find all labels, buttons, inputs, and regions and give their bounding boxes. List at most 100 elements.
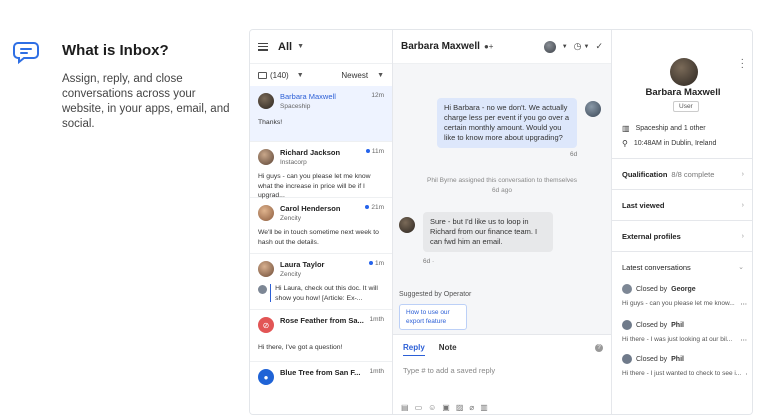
more-options-icon[interactable]: ⋯ bbox=[741, 336, 748, 344]
unread-dot bbox=[365, 149, 370, 154]
article-icon[interactable]: ▭ bbox=[415, 403, 423, 412]
more-options-icon[interactable]: ⋯ bbox=[741, 300, 748, 308]
closed-by-label: Closed by bbox=[636, 355, 668, 363]
attachment-icon[interactable]: ⌀ bbox=[469, 403, 474, 412]
agent-name: Phil bbox=[671, 321, 684, 329]
message-text: Hi Barbara - no we don't. We actually ch… bbox=[444, 103, 570, 142]
app-icon[interactable]: ▥ bbox=[480, 403, 488, 412]
chevron-down-icon: ▼ bbox=[296, 71, 304, 79]
sort-dropdown[interactable]: Newest ▼ bbox=[341, 71, 384, 80]
message-text: Sure - but I'd like us to loop in Richar… bbox=[430, 217, 538, 246]
chat-title: Barbara Maxwell bbox=[401, 41, 480, 52]
avatar bbox=[258, 205, 274, 221]
conversation-preview: Hi there, I've got a question! bbox=[258, 344, 343, 351]
avatar bbox=[622, 284, 632, 294]
avatar bbox=[258, 93, 274, 109]
count-label: (140) bbox=[270, 70, 289, 80]
message-timestamp: 6d bbox=[570, 151, 578, 158]
conversation-company: Instacorp bbox=[280, 159, 307, 166]
emoji-icon[interactable]: ☺ bbox=[428, 403, 436, 412]
unread-dot bbox=[365, 205, 370, 210]
reply-input[interactable]: Type # to add a saved reply bbox=[393, 356, 611, 375]
section-label: Last viewed bbox=[622, 200, 665, 210]
conversation-time: 1m bbox=[374, 260, 384, 267]
person-add-icon[interactable]: ●+ bbox=[484, 42, 494, 51]
conversation-panel: Barbara Maxwell ●+ ▼ ◷ ▼ ✓ Hi Barbara - … bbox=[393, 30, 612, 414]
suggested-article[interactable]: How to use our export feature bbox=[399, 304, 467, 330]
check-icon[interactable]: ✓ bbox=[595, 41, 603, 52]
saved-reply-icon[interactable]: ▤ bbox=[401, 403, 409, 412]
avatar bbox=[585, 101, 601, 117]
conversation-time: 12m bbox=[371, 92, 384, 99]
snooze-clock-icon[interactable]: ◷ bbox=[574, 41, 582, 52]
chevron-down-icon[interactable]: ▼ bbox=[562, 44, 568, 50]
chevron-down-icon: ⌄ bbox=[738, 264, 744, 271]
more-options-icon[interactable]: ⋯ bbox=[745, 370, 747, 378]
preview-text: Hi there - I was just looking at our bil… bbox=[622, 336, 733, 343]
chat-header: Barbara Maxwell ●+ ▼ ◷ ▼ ✓ bbox=[393, 30, 611, 64]
section-qualification[interactable]: Qualification 8/8 complete › bbox=[612, 158, 752, 189]
assignee-avatar[interactable] bbox=[543, 40, 556, 53]
conversation-time: 1mth bbox=[369, 316, 384, 323]
section-label: Latest conversations bbox=[622, 262, 691, 272]
event-timestamp: 6d ago bbox=[492, 187, 512, 194]
composer-toolbar: ▤ ▭ ☺ ▣ ▨ ⌀ ▥ bbox=[401, 403, 488, 412]
tab-reply[interactable]: Reply bbox=[403, 343, 425, 356]
conversation-name: Laura Taylor bbox=[280, 260, 325, 269]
inbox-filter[interactable]: All bbox=[278, 41, 292, 53]
list-toolbar: (140) ▼ Newest ▼ bbox=[250, 64, 392, 86]
chevron-down-icon[interactable]: ▼ bbox=[297, 43, 304, 50]
location-line: 10:48AM in Dublin, Ireland bbox=[633, 140, 717, 147]
conversation-name: Carol Henderson bbox=[280, 204, 341, 213]
tab-note[interactable]: Note bbox=[439, 343, 457, 356]
page: What is Inbox? Assign, reply, and close … bbox=[0, 0, 768, 420]
conversation-name: Blue Tree from San F... bbox=[280, 368, 361, 377]
rose-avatar-icon: ⊘ bbox=[258, 317, 274, 333]
avatar bbox=[622, 354, 632, 364]
preview-text: Hi there - I just wanted to check to see… bbox=[622, 370, 742, 377]
company-row[interactable]: ▥ Spaceship and 1 other bbox=[622, 124, 706, 133]
list-header: All ▼ bbox=[250, 30, 392, 64]
section-external-profiles[interactable]: External profiles › bbox=[612, 220, 752, 251]
closed-by-label: Closed by bbox=[636, 285, 668, 293]
latest-conversation-item[interactable]: Closed by Phil Hi there - I was just loo… bbox=[622, 320, 747, 344]
agent-name: George bbox=[671, 285, 696, 293]
profile-avatar bbox=[670, 58, 698, 86]
more-options-icon[interactable]: · · · bbox=[741, 55, 744, 73]
gif-icon[interactable]: ▣ bbox=[442, 403, 450, 412]
company-line: Spaceship and 1 other bbox=[635, 125, 706, 132]
conversation-name: Richard Jackson bbox=[280, 148, 341, 157]
conversation-time: 1mth bbox=[369, 368, 384, 375]
conversation-count[interactable]: (140) ▼ bbox=[258, 71, 304, 80]
building-icon: ▥ bbox=[622, 124, 630, 133]
conversation-name: Rose Feather from Sa... bbox=[280, 316, 364, 325]
chevron-down-icon: ▼ bbox=[377, 71, 384, 79]
section-last-viewed[interactable]: Last viewed › bbox=[612, 189, 752, 220]
chevron-down-icon[interactable]: ▼ bbox=[584, 44, 590, 50]
list-item[interactable]: Richard Jackson Instacorp 11m Hi guys - … bbox=[250, 142, 392, 199]
conversation-preview: Thanks! bbox=[258, 119, 283, 126]
image-icon[interactable]: ▨ bbox=[456, 403, 464, 412]
inbox-app: All ▼ (140) ▼ Newest ▼ Barbara Maxwell S… bbox=[249, 29, 753, 415]
list-item[interactable]: Carol Henderson Zencity 21m We'll be in … bbox=[250, 198, 392, 254]
section-latest-conversations[interactable]: Latest conversations ⌄ bbox=[612, 251, 752, 282]
help-icon[interactable]: ? bbox=[595, 344, 603, 352]
conversation-preview: Hi Laura, check out this doc. It will sh… bbox=[275, 285, 378, 302]
message-bubble-outgoing: Hi Barbara - no we don't. We actually ch… bbox=[437, 98, 577, 148]
menu-icon[interactable] bbox=[258, 42, 268, 51]
list-item[interactable]: Barbara Maxwell Spaceship 12m Thanks! bbox=[250, 86, 392, 142]
chevron-right-icon: › bbox=[741, 170, 744, 178]
list-item[interactable]: ● Blue Tree from San F... 1mth bbox=[250, 362, 392, 402]
latest-conversation-item[interactable]: Closed by George Hi guys - can you pleas… bbox=[622, 284, 747, 308]
latest-conversation-item[interactable]: Closed by Phil Hi there - I just wanted … bbox=[622, 354, 747, 378]
section-label: Qualification bbox=[622, 169, 668, 179]
composer: Reply Note ? Type # to add a saved reply… bbox=[393, 334, 611, 414]
user-details-panel: · · · Barbara Maxwell User ▥ Spaceship and… bbox=[612, 30, 752, 414]
suggested-label: Suggested by Operator bbox=[399, 291, 472, 298]
conversation-time: 21m bbox=[371, 204, 384, 211]
event-text: Phil Byrne assigned this conversation to… bbox=[427, 177, 577, 184]
closed-by-label: Closed by bbox=[636, 321, 668, 329]
list-item[interactable]: Laura Taylor Zencity 1m Hi Laura, check … bbox=[250, 254, 392, 310]
list-item[interactable]: ⊘ Rose Feather from Sa... 1mth Hi there,… bbox=[250, 310, 392, 362]
chevron-right-icon: › bbox=[741, 201, 744, 209]
